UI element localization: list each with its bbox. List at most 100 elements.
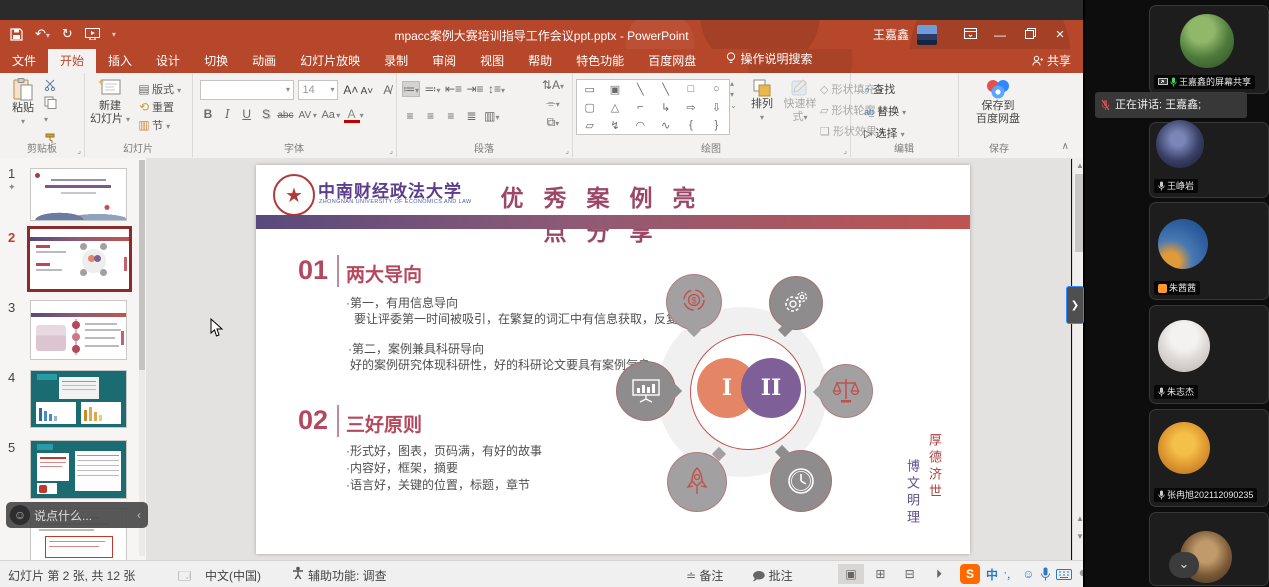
tab-slideshow[interactable]: 幻灯片放映 <box>288 49 372 73</box>
align-text-button[interactable]: ⌯▾ <box>542 96 564 111</box>
slide-title[interactable]: 优 秀 案 例 亮 点 分 享 <box>486 179 716 247</box>
meeting-chat-bar[interactable]: ☺ 说点什么... ‹ <box>6 502 148 528</box>
quick-styles-button[interactable]: 快速样式▾ <box>780 78 820 124</box>
ribbon-display-options-icon[interactable] <box>955 28 985 42</box>
shape-7[interactable]: △ <box>611 101 619 114</box>
satellite-clock[interactable] <box>770 450 832 512</box>
font-size-combo[interactable]: 14▾ <box>298 80 338 100</box>
section1-bullet2[interactable]: ·第二，案例兼具科研导向 好的案例研究体现科研性，好的科研论文要具有案例气息 <box>348 341 650 373</box>
layout-button[interactable]: ▤版式 ▾ <box>136 81 181 99</box>
shrink-font-icon[interactable]: A˅ <box>359 86 375 97</box>
font-color-button[interactable]: A <box>344 109 360 123</box>
new-slide-button[interactable]: 新建幻灯片 ▾ <box>88 78 132 126</box>
tab-transitions[interactable]: 切换 <box>192 49 240 73</box>
bullets-button[interactable]: ≔▾ <box>402 81 420 97</box>
replace-button[interactable]: ab̲ 替换 ▾ <box>864 103 906 119</box>
drawing-dialog-launcher[interactable]: ⌟ <box>843 146 847 155</box>
shape-3[interactable]: ╲ <box>662 83 669 96</box>
satellite-scale[interactable] <box>819 364 873 418</box>
ime-emoji-icon[interactable]: ☺ <box>1022 567 1034 581</box>
view-normal-icon[interactable]: ▣ <box>838 564 864 584</box>
cut-icon[interactable] <box>44 79 58 91</box>
notes-toggle[interactable]: ≐ 备注 <box>686 567 723 584</box>
ime-mode-icon[interactable]: 中 <box>986 566 998 583</box>
arrange-button[interactable]: 排列▾ <box>744 78 780 124</box>
shape-16[interactable]: { <box>689 119 693 131</box>
grow-font-icon[interactable]: A˄ <box>343 83 359 97</box>
venn-circle-right[interactable]: II <box>741 358 801 418</box>
smartart-button[interactable]: ⧉▾ <box>542 115 564 130</box>
participant-tile-3[interactable]: 朱茜茜 <box>1149 202 1269 300</box>
bold-button[interactable]: B <box>200 107 216 121</box>
shape-9[interactable]: ↳ <box>661 101 670 114</box>
line-spacing-button[interactable]: ↕≡▾ <box>488 82 505 96</box>
shape-0[interactable]: ▭ <box>584 83 594 96</box>
tab-special-features[interactable]: 特色功能 <box>564 49 636 73</box>
align-left-button[interactable]: ≡ <box>402 109 418 123</box>
chat-input-placeholder[interactable]: 说点什么... <box>34 507 92 524</box>
participant-tile-share[interactable]: 王嘉鑫的屏幕共享 <box>1149 5 1269 94</box>
find-button[interactable]: ⌕ 查找 <box>864 81 906 97</box>
restore-button[interactable] <box>1015 28 1045 42</box>
tab-baidu-netdisk[interactable]: 百度网盘 <box>636 49 708 73</box>
align-right-button[interactable]: ≡ <box>443 109 459 123</box>
numbering-button[interactable]: ≕▾ <box>424 82 440 96</box>
language-status[interactable]: 中文(中国) <box>205 567 261 584</box>
section2-number[interactable]: 02 <box>298 405 328 436</box>
account-avatar[interactable] <box>917 25 937 45</box>
sogou-logo-icon[interactable]: S <box>960 564 980 584</box>
strikethrough-button[interactable]: abc <box>277 110 293 121</box>
view-slideshow-icon[interactable]: ⏵ <box>926 564 952 584</box>
underline-button[interactable]: U <box>239 107 255 121</box>
chat-emoji-icon[interactable]: ☺ <box>10 505 30 525</box>
shape-1[interactable]: ▣ <box>610 83 620 96</box>
shape-10[interactable]: ⇨ <box>686 101 695 114</box>
satellite-gears[interactable] <box>769 276 823 330</box>
meeting-panel-expand-handle[interactable]: ❯ <box>1066 286 1084 324</box>
participant-tile-5[interactable]: 张冉旭202112090235 <box>1149 409 1269 507</box>
ime-keyboard-icon[interactable] <box>1056 569 1072 580</box>
shape-12[interactable]: ▱ <box>585 119 593 132</box>
shape-15[interactable]: ∿ <box>661 119 670 132</box>
paste-button[interactable]: 粘贴▾ <box>6 78 40 128</box>
collapse-ribbon-button[interactable]: ∧ <box>1062 141 1069 152</box>
tab-insert[interactable]: 插入 <box>96 49 144 73</box>
ime-punct-icon[interactable]: ’， <box>1004 567 1016 582</box>
tab-file[interactable]: 文件 <box>0 49 48 73</box>
shape-6[interactable]: ▢ <box>584 101 594 114</box>
shape-14[interactable]: ◠ <box>636 119 646 132</box>
satellite-target[interactable]: $ <box>666 274 722 330</box>
align-center-button[interactable]: ≡ <box>422 109 438 123</box>
slide-counter[interactable]: 幻灯片 第 2 张, 共 12 张 <box>8 567 135 584</box>
chat-collapse-icon[interactable]: ‹ <box>137 508 141 522</box>
font-name-combo[interactable]: ▾ <box>200 80 294 100</box>
tab-design[interactable]: 设计 <box>144 49 192 73</box>
italic-button[interactable]: I <box>219 107 235 121</box>
save-to-baidu-button[interactable]: 保存到百度网盘 <box>968 78 1028 126</box>
tab-view[interactable]: 视图 <box>468 49 516 73</box>
clipboard-dialog-launcher[interactable]: ⌟ <box>77 146 81 155</box>
paragraph-dialog-launcher[interactable]: ⌟ <box>565 146 569 155</box>
satellite-rocket[interactable] <box>667 452 727 512</box>
view-sorter-icon[interactable]: ⊞ <box>867 564 893 584</box>
shape-4[interactable]: □ <box>688 83 695 95</box>
tab-record[interactable]: 录制 <box>372 49 420 73</box>
ime-mic-icon[interactable] <box>1041 567 1050 581</box>
shape-13[interactable]: ↯ <box>610 119 619 132</box>
text-direction-button[interactable]: ⇅A▾ <box>542 78 564 92</box>
tell-me-search[interactable]: 操作说明搜索 <box>726 50 813 67</box>
shape-5[interactable]: ○ <box>713 83 720 95</box>
decrease-indent-button[interactable]: ⇤≡ <box>445 82 462 96</box>
shape-2[interactable]: ╲ <box>637 83 644 96</box>
satellite-presentation[interactable] <box>616 361 676 421</box>
shadow-button[interactable]: S <box>258 107 274 121</box>
accessibility-status[interactable]: 辅助功能: 调查 <box>308 567 387 584</box>
copy-icon[interactable]: ▾ <box>44 96 58 127</box>
shape-17[interactable]: } <box>714 119 718 131</box>
tab-home[interactable]: 开始 <box>48 49 96 73</box>
section1-heading[interactable]: 两大导向 <box>346 260 422 287</box>
section1-bullet1[interactable]: ·第一，有用信息导向 要让评委第一时间被吸引，在繁复的词汇中有信息获取，反复刺激 <box>346 295 702 327</box>
shape-scroll[interactable]: ▴▾⌄ <box>730 79 737 110</box>
reset-button[interactable]: ⟲重置 <box>136 99 181 117</box>
minimize-button[interactable]: — <box>985 28 1015 42</box>
